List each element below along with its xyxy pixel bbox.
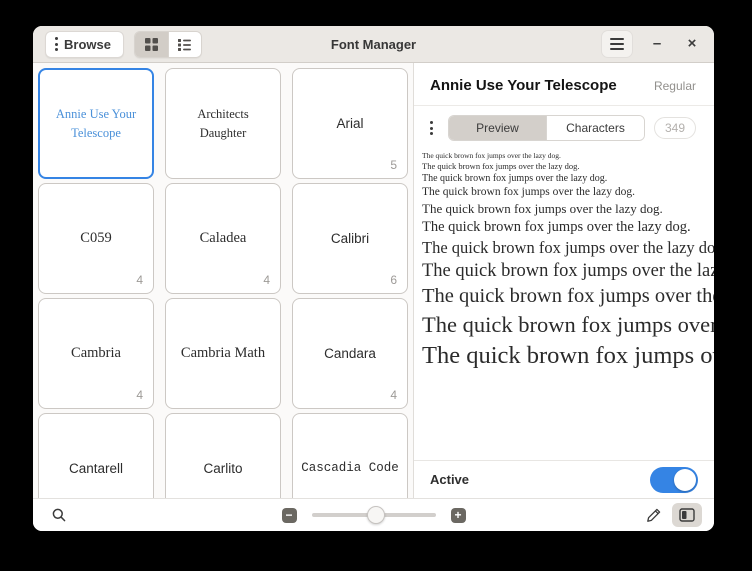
font-card[interactable]: Architects Daughter xyxy=(165,68,281,179)
split-panel-icon xyxy=(679,508,695,522)
hamburger-icon xyxy=(610,38,624,40)
browse-button[interactable]: Browse xyxy=(45,31,124,58)
app-menu-button[interactable] xyxy=(602,31,632,57)
grid-view-button[interactable] xyxy=(135,32,168,57)
preview-options-button[interactable] xyxy=(424,117,439,139)
font-card[interactable]: Arial 5 xyxy=(292,68,408,179)
font-card[interactable]: Caladea 4 xyxy=(165,183,281,294)
active-label: Active xyxy=(430,472,469,487)
font-card-name: Annie Use Your Telescope xyxy=(48,105,144,141)
font-grid: Annie Use Your Telescope Architects Daugh… xyxy=(33,63,414,498)
preview-pangram-line: The quick brown fox jumps over the lazy … xyxy=(422,151,714,161)
slider-handle[interactable] xyxy=(367,506,385,524)
list-icon xyxy=(177,37,192,52)
waterfall-preview: The quick brown fox jumps over the lazy … xyxy=(414,146,714,460)
preview-size-controls: − + xyxy=(282,506,466,524)
font-family-name: Annie Use Your Telescope xyxy=(430,77,617,94)
toolbar-right-tools xyxy=(644,503,702,527)
vertical-dots-icon xyxy=(55,37,58,51)
minimize-button[interactable]: – xyxy=(647,34,667,54)
font-card-name: Cantarell xyxy=(69,459,123,479)
font-card[interactable]: Cambria Math xyxy=(165,298,281,409)
font-card-name: Cambria Math xyxy=(181,343,265,364)
font-card-name: Arial xyxy=(336,114,363,134)
main-content: Annie Use Your Telescope Architects Daugh… xyxy=(33,63,714,498)
font-card[interactable]: Cascadia Code xyxy=(292,413,408,498)
view-switcher xyxy=(134,31,202,58)
font-variant-count: 4 xyxy=(136,273,143,287)
preview-header: Annie Use Your Telescope Regular xyxy=(414,63,714,106)
font-card-name: Calibri xyxy=(331,229,369,249)
zoom-out-button[interactable]: − xyxy=(282,508,297,523)
preview-pangram-line: The quick brown fox jumps over the lazy … xyxy=(422,340,714,372)
search-icon xyxy=(51,507,67,523)
preview-pangram-line: The quick brown fox jumps over the lazy … xyxy=(422,283,714,310)
font-card[interactable]: Candara 4 xyxy=(292,298,408,409)
search-button[interactable] xyxy=(49,505,69,525)
tab-characters[interactable]: Characters xyxy=(546,116,644,140)
font-card-name: Carlito xyxy=(203,459,242,479)
font-card-name: Cascadia Code xyxy=(301,459,399,477)
font-variant-count: 5 xyxy=(390,158,397,172)
font-card[interactable]: Carlito xyxy=(165,413,281,498)
edit-button[interactable] xyxy=(644,506,663,525)
font-card-name: Caladea xyxy=(200,228,247,249)
font-variant-count: 4 xyxy=(263,273,270,287)
preview-mode-switcher: Preview Characters xyxy=(448,115,645,141)
font-card-name: Candara xyxy=(324,344,376,364)
character-count-badge: 349 xyxy=(654,117,696,139)
toggle-knob xyxy=(674,469,696,491)
preview-pangram-line: The quick brown fox jumps over the lazy … xyxy=(422,237,714,259)
font-card[interactable]: Annie Use Your Telescope xyxy=(38,68,154,179)
sidebar-toggle-button[interactable] xyxy=(672,503,702,527)
close-button[interactable]: × xyxy=(682,34,702,54)
preview-toolbar: Preview Characters 349 xyxy=(414,106,714,146)
font-card-name: C059 xyxy=(80,228,111,249)
tab-preview[interactable]: Preview xyxy=(449,116,546,140)
font-variant-count: 6 xyxy=(390,273,397,287)
window-controls: – × xyxy=(602,31,702,57)
font-variant-count: 4 xyxy=(390,388,397,402)
active-row: Active xyxy=(414,460,714,498)
preview-size-slider[interactable] xyxy=(312,506,436,524)
zoom-in-button[interactable]: + xyxy=(451,508,466,523)
preview-pangram-line: The quick brown fox jumps over the lazy … xyxy=(422,185,714,200)
font-card-name: Architects Daughter xyxy=(174,105,272,141)
grid-icon xyxy=(144,37,159,52)
active-toggle[interactable] xyxy=(650,467,698,493)
font-style-name: Regular xyxy=(654,79,696,93)
preview-pangram-line: The quick brown fox jumps over the lazy … xyxy=(422,310,714,340)
bottom-toolbar: − + xyxy=(33,498,714,531)
font-card[interactable]: Cambria 4 xyxy=(38,298,154,409)
font-variant-count: 4 xyxy=(136,388,143,402)
window-title: Font Manager xyxy=(331,37,416,52)
list-view-button[interactable] xyxy=(168,32,201,57)
vertical-dots-icon xyxy=(430,121,433,124)
font-card-name: Cambria xyxy=(71,343,121,364)
preview-pangram-line: The quick brown fox jumps over the lazy … xyxy=(422,200,714,217)
font-manager-window: Browse xyxy=(33,26,714,531)
preview-pangram-line: The quick brown fox jumps over the lazy … xyxy=(422,259,714,283)
font-card[interactable]: C059 4 xyxy=(38,183,154,294)
browse-button-label: Browse xyxy=(64,37,111,52)
pencil-icon xyxy=(646,508,661,523)
preview-pangram-line: The quick brown fox jumps over the lazy … xyxy=(422,161,714,172)
preview-pangram-line: The quick brown fox jumps over the lazy … xyxy=(422,172,714,185)
headerbar: Browse xyxy=(33,26,714,63)
font-preview-pane: Annie Use Your Telescope Regular Preview… xyxy=(414,63,714,498)
preview-pangram-line: The quick brown fox jumps over the lazy … xyxy=(422,218,714,237)
font-card[interactable]: Cantarell xyxy=(38,413,154,498)
font-card[interactable]: Calibri 6 xyxy=(292,183,408,294)
